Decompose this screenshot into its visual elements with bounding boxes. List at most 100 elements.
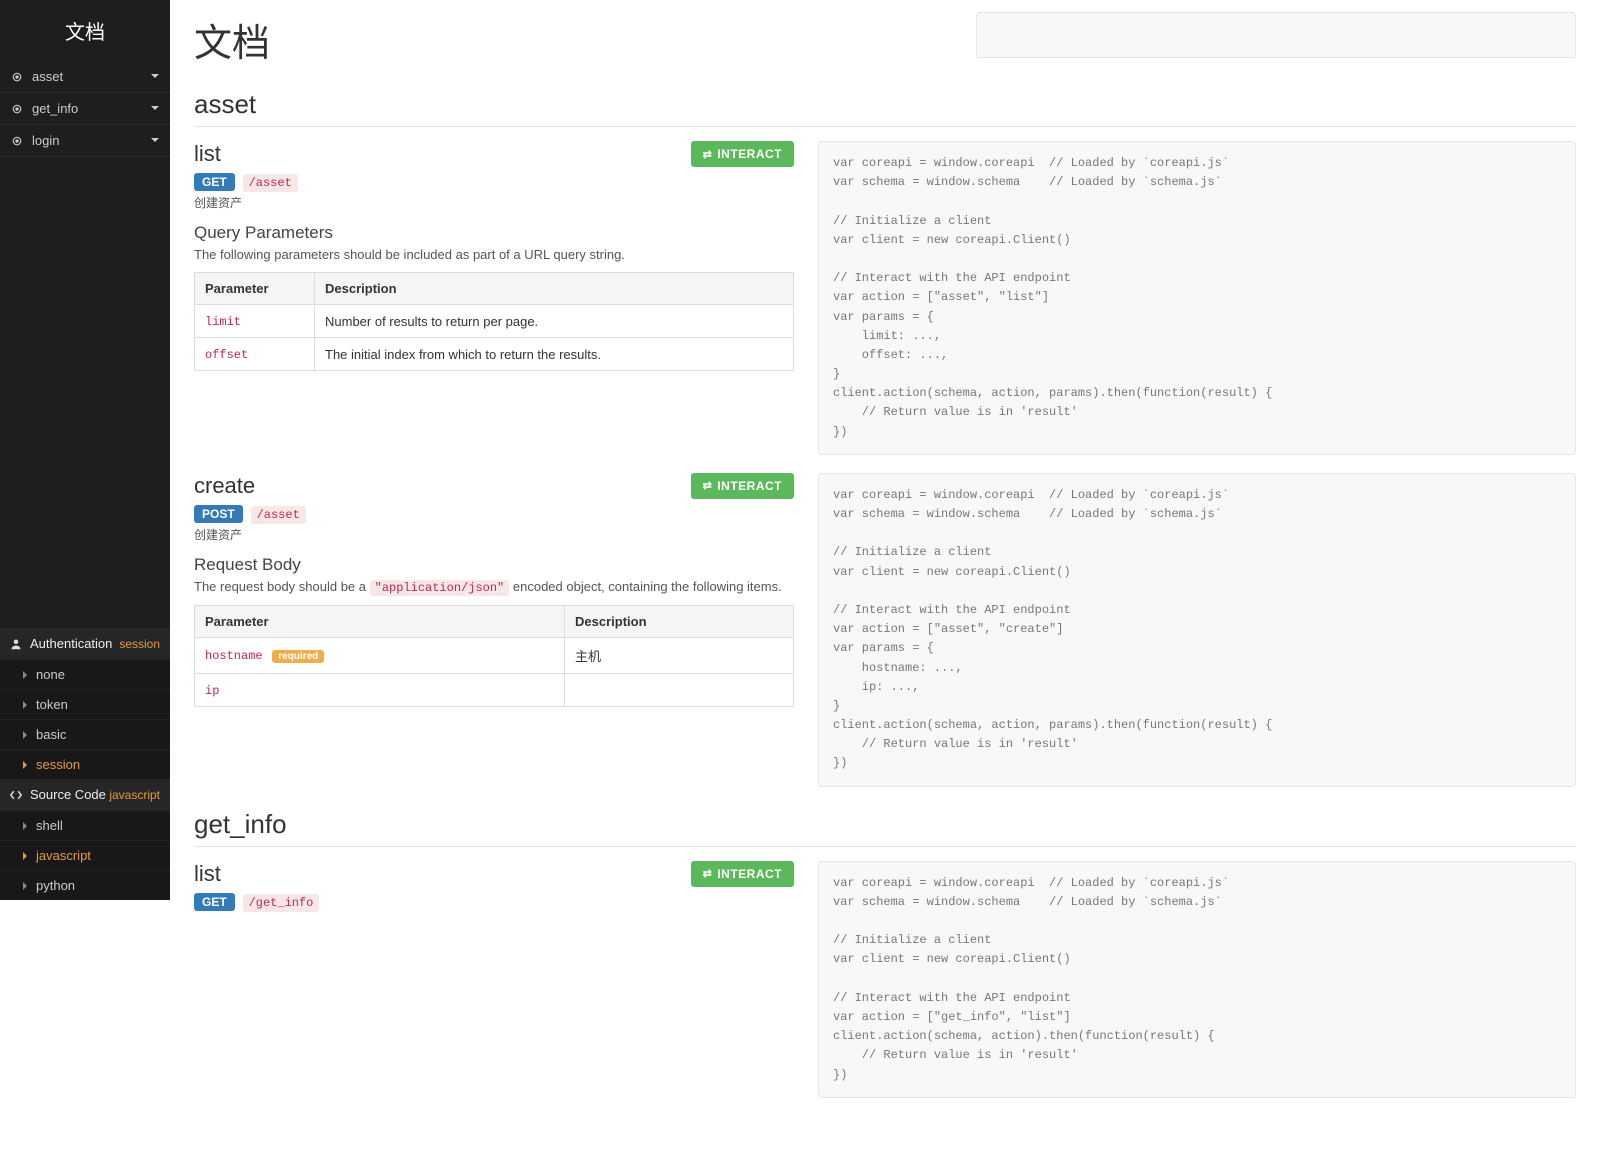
sidebar-item-label: get_info xyxy=(32,101,78,116)
param-name: hostname xyxy=(205,649,263,663)
sidebar-item-get-info[interactable]: get_info xyxy=(0,93,170,125)
source-panel-header[interactable]: Source Code javascript xyxy=(0,779,170,810)
body-intro-suffix: encoded object, containing the following… xyxy=(513,579,782,594)
source-option-javascript[interactable]: javascript xyxy=(0,840,170,870)
param-name: offset xyxy=(205,348,248,362)
auth-panel-header[interactable]: Authentication session xyxy=(0,628,170,659)
auth-option-token[interactable]: token xyxy=(0,689,170,719)
user-icon xyxy=(10,638,22,650)
code-icon xyxy=(10,789,22,801)
param-header: Parameter xyxy=(195,605,565,637)
query-params-heading: Query Parameters xyxy=(194,223,794,243)
request-body-intro: The request body should be a "applicatio… xyxy=(194,579,794,595)
endpoint-name: list xyxy=(194,861,221,887)
table-row: limit Number of results to return per pa… xyxy=(195,305,794,338)
param-desc: The initial index from which to return t… xyxy=(315,338,794,371)
chevron-down-icon xyxy=(150,101,160,116)
endpoint-path: /get_info xyxy=(243,894,320,912)
source-panel-label: Source Code xyxy=(30,787,106,802)
source-option-label: javascript xyxy=(36,848,91,863)
sidebar-nav: asset get_info login xyxy=(0,61,170,157)
divider xyxy=(194,846,1576,847)
sidebar-item-label: login xyxy=(32,133,59,148)
swap-icon: ⇄ xyxy=(703,148,713,161)
method-badge: GET xyxy=(194,893,235,911)
target-icon xyxy=(10,102,24,116)
chevron-right-icon xyxy=(22,761,28,769)
interact-label: INTERACT xyxy=(717,147,782,161)
auth-option-label: basic xyxy=(36,727,66,742)
auth-option-label: session xyxy=(36,757,80,772)
sidebar-item-asset[interactable]: asset xyxy=(0,61,170,93)
section-heading-get-info: get_info xyxy=(194,809,1576,840)
param-header: Parameter xyxy=(195,273,315,305)
chevron-down-icon xyxy=(150,133,160,148)
auth-option-basic[interactable]: basic xyxy=(0,719,170,749)
auth-panel-label: Authentication xyxy=(30,636,112,651)
auth-option-session[interactable]: session xyxy=(0,749,170,779)
required-badge: required xyxy=(272,650,324,663)
endpoint-name: create xyxy=(194,473,255,499)
sidebar-item-label: asset xyxy=(32,69,63,84)
body-content-type: "application/json" xyxy=(370,580,510,596)
table-row: offset The initial index from which to r… xyxy=(195,338,794,371)
swap-icon: ⇄ xyxy=(703,479,713,492)
body-params-table: Parameter Description hostname required … xyxy=(194,605,794,707)
sidebar: 文档 asset get_info login xyxy=(0,0,170,900)
top-banner-box xyxy=(976,12,1576,58)
interact-button[interactable]: ⇄ INTERACT xyxy=(691,141,794,167)
chevron-right-icon xyxy=(22,701,28,709)
auth-option-none[interactable]: none xyxy=(0,659,170,689)
endpoint-description: 创建资产 xyxy=(194,194,794,211)
desc-header: Description xyxy=(315,273,794,305)
table-row: ip xyxy=(195,673,794,706)
target-icon xyxy=(10,70,24,84)
endpoint-name: list xyxy=(194,141,221,167)
code-sample: var coreapi = window.coreapi // Loaded b… xyxy=(818,473,1576,787)
param-desc xyxy=(565,673,794,706)
section-heading-asset: asset xyxy=(194,89,1576,120)
divider xyxy=(194,126,1576,127)
source-option-label: python xyxy=(36,878,75,893)
auth-selected: session xyxy=(119,637,160,651)
table-row: hostname required 主机 xyxy=(195,637,794,673)
chevron-right-icon xyxy=(22,822,28,830)
chevron-right-icon xyxy=(22,731,28,739)
swap-icon: ⇄ xyxy=(703,867,713,880)
request-body-heading: Request Body xyxy=(194,555,794,575)
source-option-label: shell xyxy=(36,818,63,833)
interact-label: INTERACT xyxy=(717,479,782,493)
source-selected: javascript xyxy=(109,788,160,802)
auth-option-label: none xyxy=(36,667,65,682)
interact-button[interactable]: ⇄ INTERACT xyxy=(691,473,794,499)
body-intro-prefix: The request body should be a xyxy=(194,579,370,594)
method-badge: GET xyxy=(194,173,235,191)
source-option-shell[interactable]: shell xyxy=(0,810,170,840)
source-option-python[interactable]: python xyxy=(0,870,170,900)
param-name: limit xyxy=(205,315,241,329)
code-sample: var coreapi = window.coreapi // Loaded b… xyxy=(818,861,1576,1098)
endpoint-path: /asset xyxy=(243,174,298,192)
param-name: ip xyxy=(205,684,219,698)
chevron-right-icon xyxy=(22,882,28,890)
param-desc: 主机 xyxy=(565,637,794,673)
method-badge: POST xyxy=(194,505,243,523)
interact-button[interactable]: ⇄ INTERACT xyxy=(691,861,794,887)
main-content: 文档 asset list ⇄ INTERACT GET /asset xyxy=(170,0,1600,1156)
sidebar-item-login[interactable]: login xyxy=(0,125,170,157)
query-params-table: Parameter Description limit Number of re… xyxy=(194,272,794,371)
target-icon xyxy=(10,134,24,148)
page-title: 文档 xyxy=(194,12,885,67)
desc-header: Description xyxy=(565,605,794,637)
code-sample: var coreapi = window.coreapi // Loaded b… xyxy=(818,141,1576,455)
endpoint-path: /asset xyxy=(251,506,306,524)
sidebar-title: 文档 xyxy=(0,0,170,61)
param-desc: Number of results to return per page. xyxy=(315,305,794,338)
chevron-right-icon xyxy=(22,671,28,679)
auth-option-label: token xyxy=(36,697,68,712)
chevron-down-icon xyxy=(150,69,160,84)
query-params-intro: The following parameters should be inclu… xyxy=(194,247,794,262)
chevron-right-icon xyxy=(22,852,28,860)
endpoint-description: 创建资产 xyxy=(194,526,794,543)
interact-label: INTERACT xyxy=(717,867,782,881)
